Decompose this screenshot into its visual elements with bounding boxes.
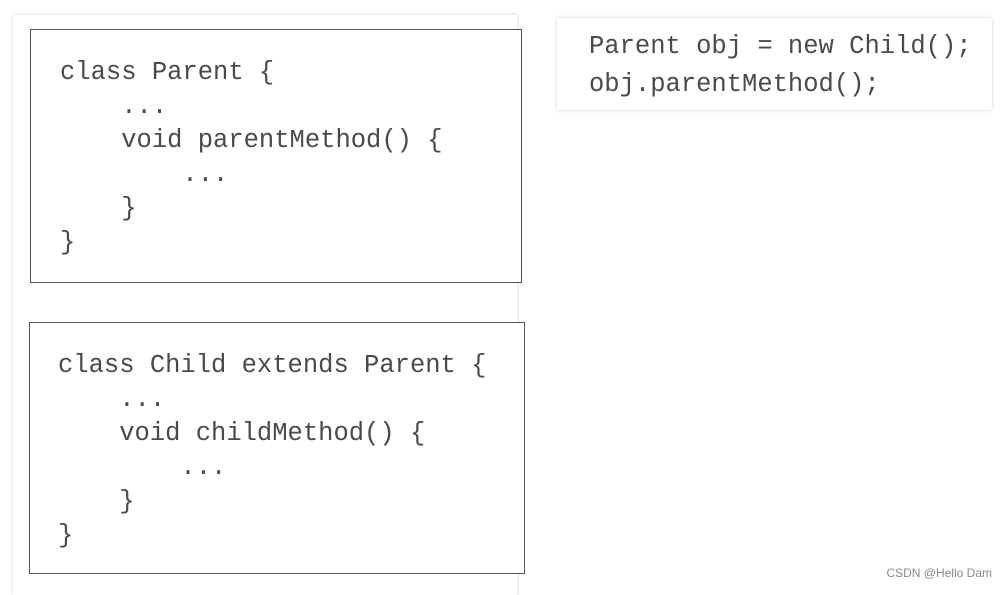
usage-code-box: Parent obj = new Child(); obj.parentMetho…	[557, 18, 992, 110]
code-line: ...	[60, 92, 168, 121]
code-line: }	[60, 228, 76, 257]
code-line: }	[60, 194, 137, 223]
code-line: class Parent {	[60, 58, 275, 87]
parent-class-code: class Parent { ... void parentMethod() {…	[60, 56, 443, 260]
code-line: }	[58, 521, 74, 550]
usage-code: Parent obj = new Child(); obj.parentMetho…	[589, 26, 972, 102]
code-line: obj.parentMethod();	[589, 70, 880, 99]
child-class-code: class Child extends Parent { ... void ch…	[58, 349, 486, 553]
code-line: ...	[58, 385, 166, 414]
parent-class-code-box: class Parent { ... void parentMethod() {…	[30, 29, 522, 283]
code-line: ...	[60, 160, 229, 189]
child-class-code-box: class Child extends Parent { ... void ch…	[29, 322, 525, 574]
code-line: void childMethod() {	[58, 419, 426, 448]
code-line: class Child extends Parent {	[58, 351, 487, 380]
code-line: void parentMethod() {	[60, 126, 443, 155]
code-line: ...	[58, 453, 227, 482]
watermark: CSDN @Hello Dam	[886, 566, 992, 580]
code-line: }	[58, 487, 135, 516]
code-line: Parent obj = new Child();	[589, 32, 972, 61]
